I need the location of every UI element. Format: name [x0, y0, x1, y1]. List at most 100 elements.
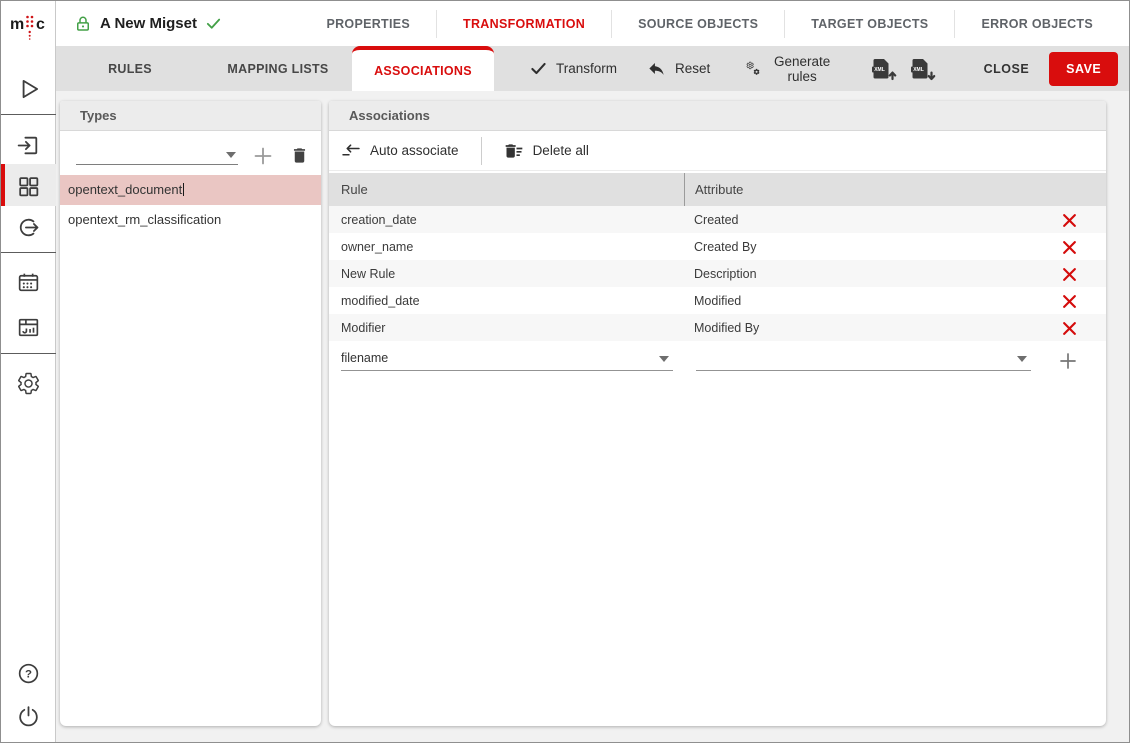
- topbar-tab-properties[interactable]: PROPERTIES: [300, 10, 436, 38]
- association-row: Modifier Modified By: [329, 314, 1106, 341]
- toolbar-tab-associations[interactable]: ASSOCIATIONS: [352, 46, 494, 91]
- topbar-tab-error-objects[interactable]: ERROR OBJECTS: [954, 10, 1119, 38]
- association-row: modified_date Modified: [329, 287, 1106, 314]
- topbar-tab-source-objects[interactable]: SOURCE OBJECTS: [611, 10, 784, 38]
- gear-icon: [16, 371, 41, 396]
- attribute-cell: Modified By: [684, 314, 1106, 341]
- svg-text:XML: XML: [913, 67, 924, 73]
- calendar-icon: [16, 270, 41, 295]
- sidebar-item-settings[interactable]: [1, 364, 56, 402]
- type-select[interactable]: [76, 143, 238, 165]
- rule-cell: modified_date: [329, 287, 684, 314]
- type-label: opentext_document: [68, 182, 182, 197]
- export-xml-button[interactable]: XML: [909, 57, 936, 81]
- check-icon: [205, 15, 222, 32]
- play-icon: [16, 76, 42, 102]
- svg-text:?: ?: [25, 668, 32, 680]
- x-icon: [1062, 321, 1077, 336]
- attribute-cell: Description: [684, 260, 1106, 287]
- sidebar-item-power[interactable]: [1, 697, 56, 735]
- delete-association-button[interactable]: [1062, 266, 1078, 282]
- associations-table-body: creation_date Created owner_name Created…: [329, 206, 1106, 341]
- check-icon: [530, 60, 547, 77]
- save-button[interactable]: SAVE: [1049, 52, 1118, 86]
- migration-center-logo-icon: m c: [9, 6, 49, 42]
- auto-associate-label: Auto associate: [370, 143, 459, 158]
- plus-icon: [252, 145, 274, 167]
- delete-association-button[interactable]: [1062, 239, 1078, 255]
- text-caret: [183, 183, 184, 196]
- delete-all-label: Delete all: [533, 143, 589, 158]
- migset-title-group: A New Migset: [56, 15, 222, 33]
- tab-label: SOURCE OBJECTS: [638, 17, 758, 31]
- migset-name: A New Migset: [100, 15, 197, 32]
- type-list-item[interactable]: opentext_rm_classification: [60, 205, 321, 235]
- toolbar-tabs: RULES MAPPING LISTS ASSOCIATIONS: [56, 46, 494, 91]
- reset-button[interactable]: Reset: [647, 59, 710, 78]
- x-icon: [1062, 267, 1077, 282]
- generate-rules-label: Generate rules: [771, 54, 834, 84]
- topbar-tab-transformation[interactable]: TRANSFORMATION: [436, 10, 611, 38]
- transformation-toolbar: RULES MAPPING LISTS ASSOCIATIONS Transform…: [56, 46, 1129, 91]
- add-association-button[interactable]: [1058, 351, 1078, 371]
- tab-label: RULES: [108, 62, 152, 76]
- export-icon: [16, 215, 41, 240]
- content-area: Types opentext_documentopentext_rm_class…: [56, 91, 1129, 742]
- xml-download-icon: XML: [909, 57, 936, 81]
- sidebar-item-help[interactable]: ?: [1, 654, 56, 692]
- new-rule-select-value: filename: [341, 351, 388, 365]
- topbar-tab-target-objects[interactable]: TARGET OBJECTS: [784, 10, 954, 38]
- new-rule-select[interactable]: filename: [341, 347, 673, 371]
- types-list: opentext_document opentext_rm_classificat…: [60, 175, 321, 235]
- x-icon: [1062, 294, 1077, 309]
- types-toolbar: [60, 131, 321, 175]
- attribute-column-header: Attribute: [684, 173, 1106, 206]
- type-list-item[interactable]: opentext_document: [60, 175, 321, 205]
- plus-icon: [1058, 351, 1078, 371]
- tab-label: ERROR OBJECTS: [981, 17, 1093, 31]
- tab-label: MAPPING LISTS: [227, 62, 328, 76]
- transform-button[interactable]: Transform: [530, 60, 617, 77]
- topbar: A New Migset PROPERTIES TRANSFORMATION SOU…: [56, 1, 1129, 46]
- toolbar-tab-mapping-lists[interactable]: MAPPING LISTS: [204, 46, 352, 91]
- type-label: opentext_rm_classification: [68, 212, 221, 227]
- close-button[interactable]: CLOSE: [972, 54, 1042, 84]
- delete-association-button[interactable]: [1062, 320, 1078, 336]
- swap-arrows-icon: [341, 142, 361, 160]
- sidebar-item-import[interactable]: [1, 126, 56, 164]
- rule-cell: owner_name: [329, 233, 684, 260]
- association-row: New Rule Description: [329, 260, 1106, 287]
- import-xml-button[interactable]: XML: [870, 57, 897, 81]
- undo-arrow-icon: [647, 59, 666, 78]
- associations-toolbar: Auto associate Delete all: [329, 131, 1106, 171]
- grid-icon: [16, 174, 41, 199]
- new-attribute-select[interactable]: [696, 347, 1031, 371]
- attribute-cell: Modified: [684, 287, 1106, 314]
- tab-label: PROPERTIES: [326, 17, 410, 31]
- associations-panel-title: Associations: [329, 101, 1106, 131]
- delete-all-button[interactable]: Delete all: [504, 141, 589, 161]
- association-row: creation_date Created: [329, 206, 1106, 233]
- toolbar-tab-rules[interactable]: RULES: [56, 46, 204, 91]
- types-panel: Types opentext_documentopentext_rm_class…: [60, 101, 321, 726]
- lock-icon: [74, 15, 92, 33]
- sidebar-item-scheduler[interactable]: [1, 263, 56, 301]
- sidebar-item-dashboard[interactable]: [1, 308, 56, 346]
- delete-association-button[interactable]: [1062, 293, 1078, 309]
- import-icon: [16, 133, 41, 158]
- chevron-down-icon: [226, 152, 236, 158]
- svg-text:c: c: [36, 16, 45, 33]
- chevron-down-icon: [1017, 356, 1027, 362]
- generate-rules-button[interactable]: Generate rules: [746, 54, 833, 84]
- sidebar-divider: [1, 353, 56, 354]
- delete-association-button[interactable]: [1062, 212, 1078, 228]
- add-type-button[interactable]: [252, 145, 274, 167]
- sidebar-item-run[interactable]: [1, 70, 56, 108]
- topbar-tabs: PROPERTIES TRANSFORMATION SOURCE OBJECTS TA…: [300, 1, 1129, 46]
- delete-type-button[interactable]: [290, 146, 309, 165]
- auto-associate-button[interactable]: Auto associate: [341, 142, 459, 160]
- sidebar-item-migsets[interactable]: [1, 167, 56, 205]
- rule-column-header: Rule: [329, 173, 684, 206]
- associations-table-header: Rule Attribute: [329, 173, 1106, 206]
- sidebar-item-export[interactable]: [1, 208, 56, 246]
